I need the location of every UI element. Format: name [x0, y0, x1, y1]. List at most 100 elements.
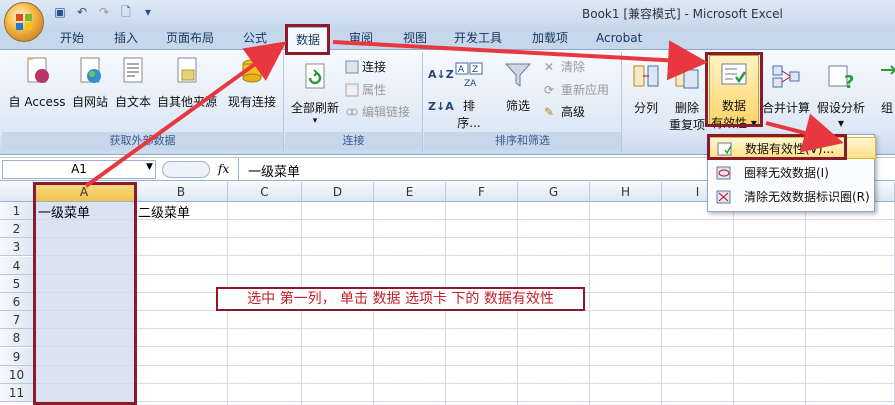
- from-web-button[interactable]: 自网站: [68, 56, 112, 110]
- tab-review[interactable]: 审阅: [349, 30, 373, 50]
- column-header-e[interactable]: E: [374, 182, 446, 202]
- save-icon[interactable]: ▣: [52, 4, 68, 20]
- tab-insert[interactable]: 插入: [114, 30, 138, 50]
- column-header-h[interactable]: H: [590, 182, 662, 202]
- quick-access-toolbar: ▣ ↶ ↷ 🗋 ▾: [52, 4, 156, 20]
- from-text-button[interactable]: 自文本: [112, 56, 154, 110]
- remove-duplicates-icon: [675, 65, 699, 89]
- name-box[interactable]: A1: [2, 160, 156, 179]
- tab-page-layout[interactable]: 页面布局: [166, 30, 214, 50]
- tab-acrobat[interactable]: Acrobat: [596, 30, 642, 50]
- connection-link-icon: [345, 60, 359, 73]
- existing-connections-button[interactable]: 现有连接: [224, 56, 280, 110]
- row-header-11[interactable]: 11: [0, 384, 34, 402]
- sort-za-button[interactable]: Z↓A: [428, 100, 454, 113]
- menu-item-circle-invalid[interactable]: 圈释无效数据(I): [708, 162, 876, 184]
- svg-text:Z: Z: [472, 65, 478, 75]
- column-header-c[interactable]: C: [228, 182, 302, 202]
- select-all-corner[interactable]: [0, 182, 34, 202]
- consolidate-button[interactable]: 合并计算: [761, 62, 811, 116]
- grid-line-vertical: [589, 202, 590, 405]
- highlight-column-a: [33, 182, 137, 405]
- tab-addins[interactable]: 加载项: [532, 30, 568, 50]
- filter-button[interactable]: 筛选: [498, 60, 538, 114]
- column-header-f[interactable]: F: [446, 182, 518, 202]
- row-header-5[interactable]: 5: [0, 274, 34, 293]
- row-header-9[interactable]: 9: [0, 347, 34, 366]
- sort-button[interactable]: A Z ZA 排序...: [452, 60, 486, 131]
- highlight-validation-button: [705, 52, 763, 127]
- sort-az-button[interactable]: A↓Z: [428, 68, 454, 81]
- what-if-analysis-button[interactable]: ? 假设分析 ▾: [813, 62, 869, 130]
- insert-function-icon[interactable]: fx: [218, 162, 229, 176]
- cell-b1[interactable]: 二级菜单: [138, 202, 190, 221]
- refresh-all-button[interactable]: 全部刷新 ▾: [289, 62, 341, 126]
- refresh-icon: [305, 63, 325, 89]
- grid-line-horizontal: [34, 364, 895, 366]
- formula-bar-zoom-control[interactable]: [162, 161, 210, 178]
- text-to-columns-button[interactable]: 分列: [629, 62, 663, 116]
- grid-line-vertical: [805, 202, 806, 405]
- column-header-b[interactable]: B: [135, 182, 228, 202]
- reapply-button[interactable]: ⟳ 重新应用: [544, 81, 609, 98]
- clear-filter-button[interactable]: ✕ 清除: [544, 58, 585, 75]
- row-header-10[interactable]: 10: [0, 365, 34, 384]
- column-header-d[interactable]: D: [302, 182, 374, 202]
- connections-button[interactable]: 连接: [345, 58, 386, 75]
- clear-icon: ✕: [544, 59, 555, 74]
- web-icon: [80, 57, 101, 83]
- group-sort-filter: A↓Z Z↓A A Z ZA 排序... 筛选 ✕ 清除 ⟳ 重新应用 ✎ 高级 排…: [424, 52, 622, 152]
- circle-invalid-icon: [716, 166, 731, 180]
- undo-icon[interactable]: ↶: [74, 4, 90, 20]
- grid-line-horizontal: [34, 237, 895, 239]
- reapply-icon: ⟳: [544, 82, 555, 97]
- text-to-columns-icon: [633, 65, 659, 87]
- row-header-4[interactable]: 4: [0, 256, 34, 275]
- properties-button[interactable]: 属性: [345, 81, 386, 98]
- grid-line-vertical: [661, 202, 662, 405]
- customize-qat-icon[interactable]: ▾: [140, 4, 156, 20]
- row-header-2[interactable]: 2: [0, 220, 34, 239]
- row-header-7[interactable]: 7: [0, 311, 34, 330]
- formula-input[interactable]: 一级菜单: [248, 161, 300, 180]
- group-label-external: 获取外部数据: [2, 132, 283, 150]
- row-header-1[interactable]: 1: [0, 202, 34, 220]
- access-icon: [27, 57, 49, 83]
- from-other-sources-button[interactable]: 自其他来源: [154, 56, 220, 110]
- group-label-sort-filter: 排序和筛选: [424, 132, 621, 150]
- row-header-3[interactable]: 3: [0, 238, 34, 257]
- connections-icon: [242, 59, 262, 83]
- column-header-g[interactable]: G: [518, 182, 590, 202]
- group-label-connections: 连接: [285, 132, 422, 150]
- advanced-filter-button[interactable]: ✎ 高级: [544, 103, 585, 120]
- svg-text:ZA: ZA: [464, 79, 477, 89]
- from-access-button[interactable]: 自 Access: [8, 56, 66, 110]
- highlight-validation-menu-item: [707, 134, 847, 160]
- grid-line-vertical: [733, 202, 734, 405]
- group-external-data: 自 Access 自网站 自文本 自其他来源 现有连接 获取外部数据: [2, 52, 284, 152]
- tab-developer[interactable]: 开发工具: [454, 30, 502, 50]
- grid-line-horizontal: [34, 382, 895, 384]
- office-logo-icon: [16, 14, 32, 30]
- title-bar: ▣ ↶ ↷ 🗋 ▾ Book1 [兼容模式] - Microsoft Excel: [0, 0, 895, 26]
- tab-formulas[interactable]: 公式: [243, 30, 267, 50]
- name-box-dropdown-icon[interactable]: ▼: [146, 162, 153, 172]
- office-button[interactable]: [4, 2, 44, 42]
- edit-links-button[interactable]: 编辑链接: [345, 103, 410, 120]
- menu-item-clear-circles[interactable]: 清除无效数据标识圈(R): [708, 186, 876, 208]
- instruction-note: 选中 第一列， 单击 数据 选项卡 下的 数据有效性: [216, 287, 585, 311]
- clear-circles-icon: [716, 190, 731, 204]
- consolidate-icon: [772, 65, 800, 88]
- grid-line-horizontal: [34, 401, 895, 402]
- grid-line-horizontal: [34, 346, 895, 348]
- remove-duplicates-button[interactable]: 删除 重复项: [667, 62, 707, 133]
- row-header-8[interactable]: 8: [0, 329, 34, 348]
- tab-view[interactable]: 视图: [403, 30, 427, 50]
- print-preview-icon[interactable]: 🗋: [118, 4, 134, 20]
- redo-icon[interactable]: ↷: [96, 4, 112, 20]
- group-outline-button[interactable]: 组: [877, 62, 895, 116]
- row-header-6[interactable]: 6: [0, 293, 34, 311]
- edit-links-icon: [346, 108, 358, 115]
- window-title: Book1 [兼容模式] - Microsoft Excel: [582, 7, 783, 21]
- tab-home[interactable]: 开始: [60, 30, 84, 50]
